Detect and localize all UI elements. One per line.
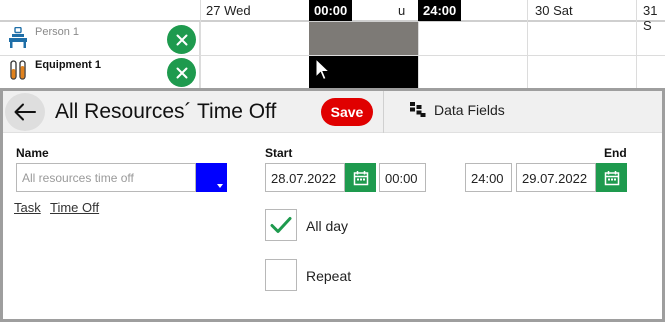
save-button[interactable]: Save (321, 98, 373, 126)
day-label: 30 Sat (535, 3, 573, 18)
end-calendar-button[interactable] (596, 163, 627, 192)
day-label: 27 Wed (206, 3, 251, 18)
repeat-label: Repeat (306, 268, 352, 284)
dialog-header: All Resources´ Time Off Save Data Fields (3, 91, 662, 133)
scheduler-timeline: 27 Wed u 30 Sat 31 S 00:00 24:00 Person … (0, 0, 665, 90)
resource-row: Person 1 (0, 22, 665, 56)
time-off-dialog: All Resources´ Time Off Save Data Fields… (0, 88, 665, 322)
chevron-down-icon (217, 184, 223, 188)
name-dropdown-button[interactable] (196, 163, 227, 192)
arrow-left-icon (14, 103, 36, 121)
end-time-field[interactable]: 24:00 (465, 163, 512, 192)
end-date-field[interactable]: 29.07.2022 (516, 163, 596, 192)
resource-row: Equipment 1 (0, 55, 665, 89)
close-icon (176, 67, 187, 78)
resource-name: Person 1 (35, 26, 80, 38)
remove-resource-button[interactable] (167, 58, 196, 87)
person-desk-icon (9, 27, 27, 48)
start-time-field[interactable]: 00:00 (379, 163, 426, 192)
time-off-link[interactable]: Time Off (50, 200, 99, 215)
data-fields-icon (410, 102, 426, 117)
repeat-checkbox[interactable] (265, 259, 297, 291)
calendar-icon (353, 170, 368, 185)
back-button[interactable] (5, 93, 45, 131)
start-calendar-button[interactable] (345, 163, 376, 192)
end-time-tag: 24:00 (418, 0, 462, 21)
calendar-icon (604, 170, 619, 185)
remove-resource-button[interactable] (167, 25, 196, 54)
dialog-title: All Resources´ Time Off (55, 100, 277, 123)
test-tubes-icon (10, 60, 26, 80)
start-label: Start (265, 146, 293, 160)
name-label: Name (16, 146, 49, 160)
all-day-checkbox[interactable] (265, 209, 297, 241)
checkmark-icon (270, 217, 292, 233)
resource-row-label: Equipment 1 (0, 55, 200, 89)
name-input[interactable]: All resources time off (16, 163, 196, 192)
end-label: End (604, 146, 627, 160)
start-date-field[interactable]: 28.07.2022 (265, 163, 345, 192)
data-fields-label: Data Fields (434, 101, 505, 118)
resource-name: Equipment 1 (35, 59, 102, 71)
header-divider (383, 91, 384, 133)
data-fields-button[interactable]: Data Fields (409, 101, 505, 118)
all-day-label: All day (306, 218, 349, 234)
close-icon (176, 34, 187, 45)
task-link[interactable]: Task (14, 200, 41, 215)
resource-row-label: Person 1 (0, 22, 200, 56)
day-label-partial: u (398, 3, 406, 18)
start-time-tag: 00:00 (309, 0, 353, 21)
